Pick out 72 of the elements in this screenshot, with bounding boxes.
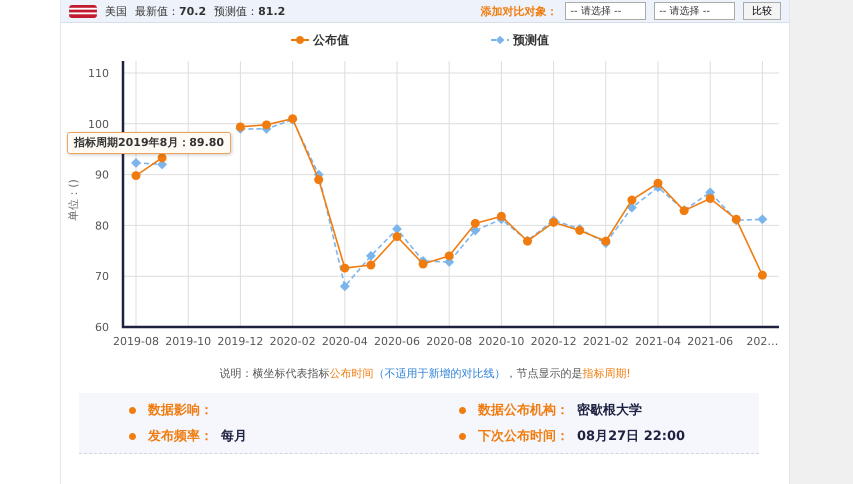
data-point bbox=[236, 122, 245, 132]
data-point bbox=[262, 120, 271, 130]
data-point bbox=[732, 214, 741, 224]
y-axis-label: 90 bbox=[95, 168, 109, 182]
bullet-icon bbox=[459, 406, 466, 414]
x-axis-label: 2021-06 bbox=[687, 335, 734, 348]
data-point bbox=[392, 232, 402, 242]
data-point bbox=[418, 260, 428, 268]
info-label: 发布频率： bbox=[148, 428, 213, 445]
select-dropdown[interactable]: -- 请选择 -- bbox=[565, 2, 646, 20]
select-dropdown[interactable]: -- 请选择 -- bbox=[654, 2, 735, 20]
y-axis-label: 100 bbox=[88, 118, 109, 131]
x-axis-label: 2019-08 bbox=[113, 335, 159, 348]
x-axis-label: 2021-02 bbox=[582, 335, 629, 348]
info-label: 数据公布机构： bbox=[478, 402, 569, 419]
data-point bbox=[340, 264, 350, 273]
data-point bbox=[470, 226, 480, 236]
bullet-icon bbox=[129, 406, 136, 414]
forecast-value: 预测值：81.2 bbox=[214, 4, 286, 18]
data-point bbox=[496, 212, 506, 221]
info-value: 密歇根大学 bbox=[577, 402, 642, 419]
x-axis-label: 2020-06 bbox=[374, 335, 420, 348]
x-axis-label: 202… bbox=[746, 335, 778, 348]
data-point bbox=[654, 178, 662, 188]
data-point bbox=[366, 250, 376, 261]
x-axis-label: 2021-04 bbox=[635, 335, 681, 348]
y-axis-label: 110 bbox=[88, 67, 109, 80]
data-point bbox=[758, 270, 767, 280]
data-point bbox=[549, 218, 558, 227]
x-axis-label: 2020-02 bbox=[270, 335, 316, 348]
data-point bbox=[366, 260, 376, 270]
country-name: 美国 bbox=[105, 4, 127, 18]
data-point bbox=[158, 153, 167, 162]
legend-label: 公布值 bbox=[312, 33, 349, 47]
data-point bbox=[706, 194, 715, 203]
data-point bbox=[627, 196, 636, 204]
data-point bbox=[132, 171, 140, 180]
data-point bbox=[340, 281, 350, 292]
data-point bbox=[288, 114, 298, 124]
x-axis-label: 2020-10 bbox=[478, 335, 524, 348]
x-axis-label: 2019-12 bbox=[217, 335, 264, 348]
x-axis-label: 2020-12 bbox=[530, 335, 577, 348]
x-axis-label: 2020-04 bbox=[322, 335, 368, 348]
y-axis-label: 60 bbox=[95, 321, 109, 334]
x-axis-label: 2020-08 bbox=[426, 335, 472, 348]
latest-value: 最新值：70.2 bbox=[135, 4, 206, 18]
y-axis-title: 单位：() bbox=[67, 179, 80, 221]
bullet-icon bbox=[129, 432, 136, 440]
x-axis-label: 2019-10 bbox=[165, 335, 212, 348]
data-point bbox=[444, 251, 454, 260]
y-axis-label: 70 bbox=[95, 270, 109, 284]
data-point bbox=[314, 175, 324, 184]
info-label: 下次公布时间： bbox=[478, 428, 569, 445]
data-point bbox=[523, 236, 532, 246]
data-point bbox=[601, 236, 610, 246]
data-point bbox=[757, 214, 768, 224]
chart-note: 说明：横坐标代表指标公布时间（不适用于新增的对比线），节点显示的是指标周期! bbox=[218, 366, 632, 381]
data-point bbox=[680, 206, 689, 216]
info-value: 每月 bbox=[221, 428, 247, 445]
data-point bbox=[131, 158, 141, 168]
data-point bbox=[470, 218, 480, 228]
flag-icon bbox=[69, 4, 97, 18]
info-label: 数据影响： bbox=[148, 402, 213, 419]
chart-tooltip: 指标周期2019年8月：89.80 bbox=[67, 132, 232, 154]
info-value: 08月27日 22:00 bbox=[577, 428, 686, 445]
compare-button[interactable]: 比较 bbox=[743, 2, 781, 20]
legend-label: 预测值 bbox=[512, 33, 549, 47]
legend-item[interactable]: 公布值 bbox=[291, 33, 349, 47]
compare-label: 添加对比对象： bbox=[480, 4, 558, 18]
bullet-icon bbox=[459, 432, 466, 440]
y-axis-label: 80 bbox=[95, 219, 109, 232]
legend-item[interactable]: 预测值 bbox=[491, 33, 549, 47]
